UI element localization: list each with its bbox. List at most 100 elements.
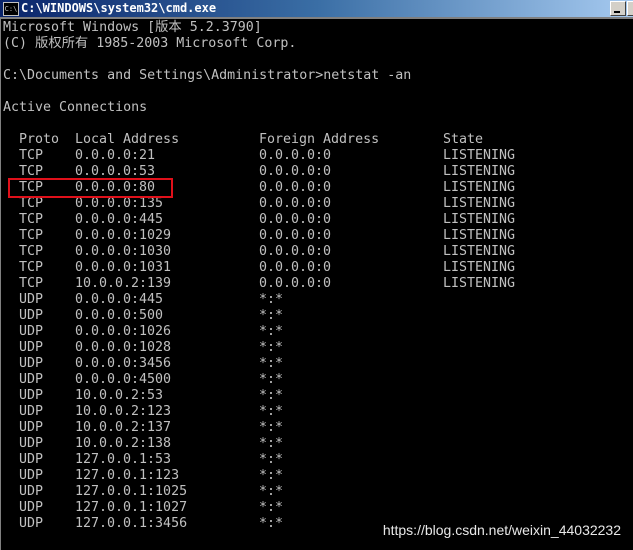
cell-foreign: 0.0.0.0:0 (259, 180, 332, 195)
cell-local: 127.0.0.1:1025 (75, 484, 188, 499)
cell-state: LISTENING (443, 196, 516, 211)
cell-foreign: *:* (259, 308, 284, 323)
table-row: UDP 10.0.0.2:137 *:* (3, 420, 603, 436)
command-prompt: C:\Documents and Settings\Administrator>… (3, 68, 412, 83)
cell-proto: UDP (19, 340, 44, 355)
cell-local: 10.0.0.2:123 (75, 404, 172, 419)
cell-foreign: 0.0.0.0:0 (259, 276, 332, 291)
cell-local: 0.0.0.0:445 (75, 212, 164, 227)
cell-foreign: *:* (259, 468, 284, 483)
cell-proto: TCP (19, 196, 44, 211)
cell-proto: UDP (19, 516, 44, 531)
cell-foreign: *:* (259, 484, 284, 499)
title-bar[interactable]: C:\ C:\WINDOWS\system32\cmd.exe (0, 0, 633, 19)
cell-local: 10.0.0.2:137 (75, 420, 172, 435)
cell-proto: UDP (19, 484, 44, 499)
cell-proto: UDP (19, 500, 44, 515)
cell-local: 10.0.0.2:138 (75, 436, 172, 451)
cell-foreign: *:* (259, 292, 284, 307)
table-row: TCP 0.0.0.0:1031 0.0.0.0:0 LISTENING (3, 260, 603, 276)
table-row: UDP 127.0.0.1:1025 *:* (3, 484, 603, 500)
cell-local: 0.0.0.0:21 (75, 148, 156, 163)
banner-line-1: Microsoft Windows [版本 5.2.3790] (3, 20, 262, 35)
cmd-icon[interactable]: C:\ (3, 2, 19, 16)
cell-foreign: *:* (259, 500, 284, 515)
cell-local: 0.0.0.0:1026 (75, 324, 172, 339)
cell-proto: TCP (19, 260, 44, 275)
table-row: TCP 0.0.0.0:135 0.0.0.0:0 LISTENING (3, 196, 603, 212)
cell-state: LISTENING (443, 244, 516, 259)
highlight-box (8, 178, 173, 198)
cell-foreign: *:* (259, 404, 284, 419)
cell-local: 10.0.0.2:53 (75, 388, 164, 403)
cell-local: 0.0.0.0:4500 (75, 372, 172, 387)
cell-state: LISTENING (443, 164, 516, 179)
cell-state: LISTENING (443, 276, 516, 291)
cell-foreign: 0.0.0.0:0 (259, 148, 332, 163)
table-header: Proto Local Address Foreign Address Stat… (3, 132, 603, 148)
cell-foreign: 0.0.0.0:0 (259, 164, 332, 179)
cell-foreign: 0.0.0.0:0 (259, 260, 332, 275)
section-title: Active Connections (3, 100, 148, 115)
header-local: Local Address (75, 132, 180, 147)
cell-foreign: 0.0.0.0:0 (259, 212, 332, 227)
cell-state: LISTENING (443, 180, 516, 195)
cell-foreign: *:* (259, 340, 284, 355)
table-row: UDP 0.0.0.0:4500 *:* (3, 372, 603, 388)
table-row: UDP 127.0.0.1:123 *:* (3, 468, 603, 484)
minimize-button[interactable] (610, 1, 626, 16)
cell-proto: UDP (19, 436, 44, 451)
table-row: TCP 0.0.0.0:21 0.0.0.0:0 LISTENING (3, 148, 603, 164)
cell-foreign: *:* (259, 516, 284, 531)
cell-local: 0.0.0.0:500 (75, 308, 164, 323)
cell-local: 0.0.0.0:445 (75, 292, 164, 307)
cell-proto: TCP (19, 228, 44, 243)
table-row: TCP 0.0.0.0:445 0.0.0.0:0 LISTENING (3, 212, 603, 228)
cell-proto: TCP (19, 244, 44, 259)
cell-local: 0.0.0.0:1031 (75, 260, 172, 275)
cell-local: 0.0.0.0:1030 (75, 244, 172, 259)
cell-foreign: 0.0.0.0:0 (259, 228, 332, 243)
cell-proto: UDP (19, 356, 44, 371)
table-row: TCP 0.0.0.0:1030 0.0.0.0:0 LISTENING (3, 244, 603, 260)
table-row: UDP 10.0.0.2:138 *:* (3, 436, 603, 452)
table-row: UDP 127.0.0.1:1027 *:* (3, 500, 603, 516)
header-proto: Proto (19, 132, 60, 147)
cell-foreign: *:* (259, 372, 284, 387)
cell-local: 127.0.0.1:53 (75, 452, 172, 467)
table-row: TCP 0.0.0.0:1029 0.0.0.0:0 LISTENING (3, 228, 603, 244)
table-row: UDP 0.0.0.0:1026 *:* (3, 324, 603, 340)
window-title: C:\WINDOWS\system32\cmd.exe (21, 1, 217, 15)
maximize-button[interactable] (627, 1, 633, 16)
cell-local: 0.0.0.0:135 (75, 196, 164, 211)
cell-local: 0.0.0.0:1028 (75, 340, 172, 355)
cell-proto: UDP (19, 404, 44, 419)
cell-state: LISTENING (443, 148, 516, 163)
cell-state: LISTENING (443, 260, 516, 275)
cell-foreign: 0.0.0.0:0 (259, 244, 332, 259)
table-row: UDP 0.0.0.0:500 *:* (3, 308, 603, 324)
cell-local: 127.0.0.1:1027 (75, 500, 188, 515)
cell-local: 127.0.0.1:123 (75, 468, 180, 483)
cell-proto: UDP (19, 324, 44, 339)
table-row: TCP 10.0.0.2:139 0.0.0.0:0 LISTENING (3, 276, 603, 292)
cell-proto: UDP (19, 372, 44, 387)
cell-local: 0.0.0.0:1029 (75, 228, 172, 243)
cell-proto: UDP (19, 388, 44, 403)
cell-foreign: *:* (259, 436, 284, 451)
cell-proto: TCP (19, 148, 44, 163)
header-state: State (443, 132, 484, 147)
table-row: UDP 0.0.0.0:445 *:* (3, 292, 603, 308)
table-row: UDP 127.0.0.1:53 *:* (3, 452, 603, 468)
watermark: https://blog.csdn.net/weixin_44032232 (382, 522, 621, 538)
table-row: UDP 0.0.0.0:1028 *:* (3, 340, 603, 356)
cell-foreign: *:* (259, 324, 284, 339)
cell-local: 127.0.0.1:3456 (75, 516, 188, 531)
cell-foreign: 0.0.0.0:0 (259, 196, 332, 211)
console-output[interactable]: Microsoft Windows [版本 5.2.3790] (C) 版权所有… (0, 19, 633, 550)
cell-proto: TCP (19, 276, 44, 291)
table-row: UDP 0.0.0.0:3456 *:* (3, 356, 603, 372)
cell-local: 0.0.0.0:3456 (75, 356, 172, 371)
table-row: UDP 10.0.0.2:123 *:* (3, 404, 603, 420)
cell-proto: UDP (19, 292, 44, 307)
